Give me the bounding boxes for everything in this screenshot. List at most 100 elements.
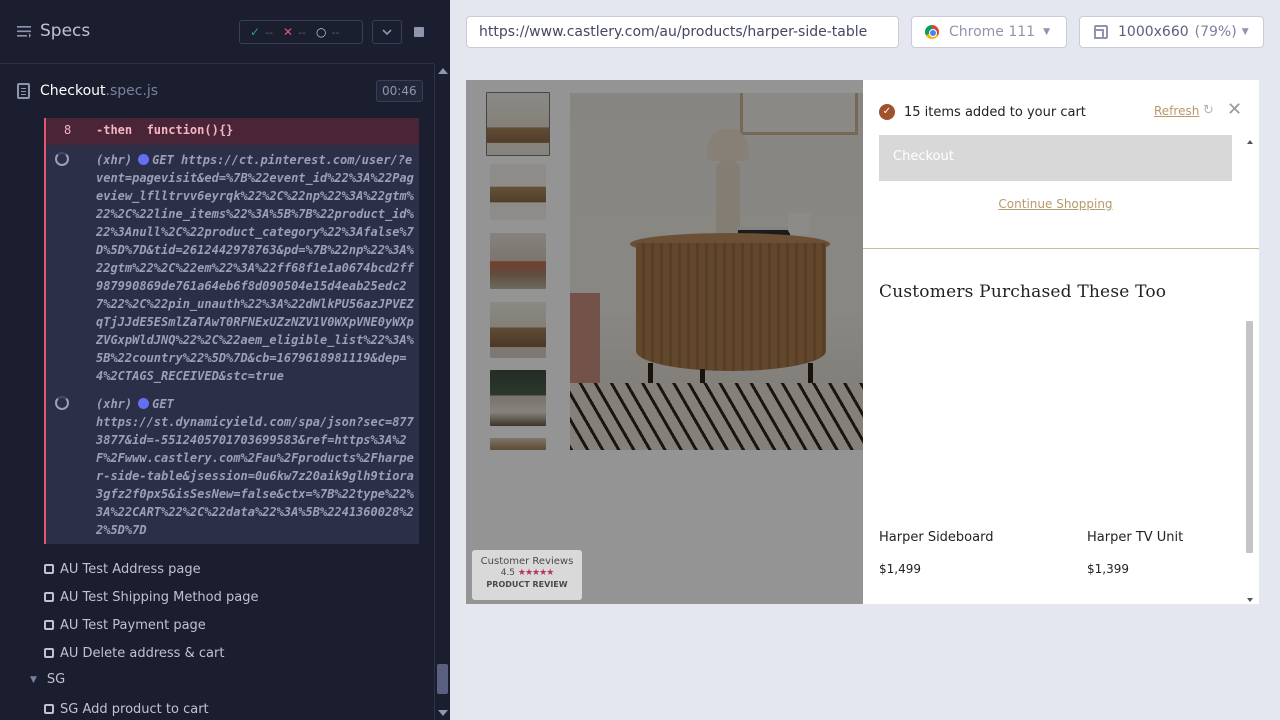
test-pending-icon [44, 704, 54, 714]
viewport-selector[interactable]: 1000x660 (79%) ▼ [1079, 16, 1264, 48]
spec-name-base: Checkout [40, 83, 106, 99]
test-item[interactable]: AU Delete address & cart [44, 639, 224, 667]
scrollbar-thumb[interactable] [1246, 321, 1253, 553]
then-arg: function(){} [146, 123, 234, 137]
check-circle-icon: ✓ [879, 104, 895, 120]
product-name: Harper TV Unit [1087, 530, 1184, 545]
cart-drawer: ✓ 15 items added to your cart Refresh ↻ … [863, 80, 1259, 604]
xhr-method: GET [152, 153, 174, 167]
check-icon: ✓ [250, 25, 261, 39]
test-title: AU Test Address page [60, 561, 201, 577]
customer-reviews-badge[interactable]: Customer Reviews 4.5 ★★★★★ PRODUCT REVIE… [472, 550, 582, 600]
test-stats: ✓ -- ✕ -- ○ -- [239, 20, 363, 44]
scroll-down-icon[interactable] [438, 710, 448, 716]
test-title: AU Test Payment page [60, 617, 206, 633]
close-icon[interactable]: ✕ [1227, 101, 1243, 119]
cypress-reporter-panel: Specs ✓ -- ✕ -- ○ -- Checkout.spec.js 00:46… [0, 0, 450, 720]
loading-spinner-icon [55, 396, 69, 410]
passed-count: ✓ -- [250, 25, 273, 39]
stars-icon: ★★★★★ [517, 568, 554, 578]
xhr-url: https://ct.pinterest.com/user/?event=pag… [96, 153, 414, 383]
spec-name-ext: .spec.js [105, 83, 159, 99]
reporter-scrollbar[interactable] [434, 64, 450, 720]
scroll-down-icon[interactable] [1247, 598, 1253, 602]
spec-file-name: Checkout.spec.js [40, 83, 158, 99]
cart-added-message: ✓ 15 items added to your cart [879, 104, 1086, 120]
command-number: 8 [64, 123, 72, 137]
cart-status-text: 15 items added to your cart [904, 104, 1086, 120]
also-bought-title: Customers Purchased These Too [879, 282, 1167, 302]
specs-menu-icon[interactable] [17, 25, 31, 38]
spec-file-row[interactable]: Checkout.spec.js 00:46 [0, 64, 434, 118]
rating-value: 4.5 [500, 568, 516, 578]
chevron-down-icon: ▼ [1043, 27, 1051, 37]
scroll-up-icon[interactable] [438, 68, 448, 74]
reviews-rating: 4.5 ★★★★★ [472, 568, 582, 578]
test-pending-icon [44, 648, 54, 658]
divider [863, 248, 1259, 249]
file-icon [17, 83, 30, 99]
refresh-link[interactable]: Refresh [1154, 104, 1199, 118]
reporter-header: Specs ✓ -- ✕ -- ○ -- [0, 0, 434, 64]
product-card[interactable]: Harper Sideboard $1,499 [879, 530, 993, 576]
xhr-url: https://st.dynamicyield.com/spa/json?sec… [96, 415, 414, 537]
command-log: 8 -then function(){} (xhr) GET https://ct… [44, 118, 419, 544]
run-options-button[interactable] [372, 20, 402, 44]
test-pending-icon [44, 592, 54, 602]
stop-button[interactable] [404, 20, 434, 44]
xhr-method: GET [152, 397, 174, 411]
xhr-request-row[interactable]: (xhr) GET https://ct.pinterest.com/user/?… [46, 151, 419, 386]
drawer-scrollbar[interactable] [1244, 138, 1256, 604]
chevron-down-icon: ▼ [1241, 27, 1249, 37]
chrome-icon [925, 25, 939, 39]
refresh-icon[interactable]: ↻ [1203, 104, 1217, 118]
xhr-type: (xhr) [96, 153, 133, 167]
specs-title[interactable]: Specs [40, 21, 90, 41]
test-title: AU Delete address & cart [60, 645, 225, 661]
product-name: Harper Sideboard [879, 530, 994, 545]
product-price: $1,399 [1087, 562, 1129, 576]
pending-count: ○ -- [316, 25, 339, 39]
test-item[interactable]: AU Test Address page [44, 555, 201, 583]
xhr-type: (xhr) [96, 397, 133, 411]
page-dim-overlay[interactable] [466, 80, 863, 604]
test-item[interactable]: AU Test Shipping Method page [44, 583, 258, 611]
scrollbar-thumb[interactable] [437, 664, 448, 694]
test-item[interactable]: SG Add product to cart [44, 695, 209, 720]
scroll-up-icon[interactable] [1247, 140, 1253, 144]
status-dot-icon [138, 398, 150, 409]
test-pending-icon [44, 620, 54, 630]
then-command[interactable]: 8 -then function(){} [46, 118, 419, 145]
x-icon: ✕ [283, 25, 294, 39]
pending-value: -- [331, 25, 340, 39]
status-dot-icon [138, 154, 150, 165]
continue-shopping-link[interactable]: Continue Shopping [879, 197, 1232, 211]
reviews-title: Customer Reviews [480, 556, 574, 567]
test-title: SG Add product to cart [60, 701, 209, 717]
viewport-size: 1000x660 [1118, 24, 1189, 40]
browser-selector[interactable]: Chrome 111 ▼ [911, 16, 1067, 48]
spec-duration: 00:46 [376, 80, 423, 102]
viewport-zoom: (79%) [1194, 24, 1237, 40]
app-under-test-frame: Customer Reviews 4.5 ★★★★★ PRODUCT REVIE… [466, 80, 1259, 604]
suite-sg[interactable]: ▼ SG [30, 672, 65, 687]
product-price: $1,499 [879, 562, 921, 576]
chevron-down-icon: ▼ [30, 674, 37, 685]
viewport-icon [1094, 25, 1108, 39]
failed-value: -- [298, 25, 307, 39]
xhr-request-row[interactable]: (xhr) GET https://st.dynamicyield.com/spa/… [46, 395, 419, 544]
xhr-text: (xhr) GET https://ct.pinterest.com/user/?… [96, 151, 416, 385]
test-item[interactable]: AU Test Payment page [44, 611, 206, 639]
aut-url-field[interactable]: https://www.castlery.com/au/products/har… [466, 16, 899, 48]
product-card[interactable]: Harper TV Unit $1,399 [1087, 530, 1183, 576]
then-label: -then [96, 123, 133, 137]
chevron-down-icon [382, 29, 392, 36]
passed-value: -- [265, 25, 274, 39]
review-brand-logo: PRODUCT REVIEW [486, 580, 568, 589]
suite-title: SG [46, 672, 66, 687]
loading-spinner-icon [55, 152, 69, 166]
stop-icon [414, 27, 424, 37]
test-pending-icon [44, 564, 54, 574]
failed-count: ✕ -- [283, 25, 306, 39]
checkout-button[interactable]: Checkout [879, 135, 1232, 181]
